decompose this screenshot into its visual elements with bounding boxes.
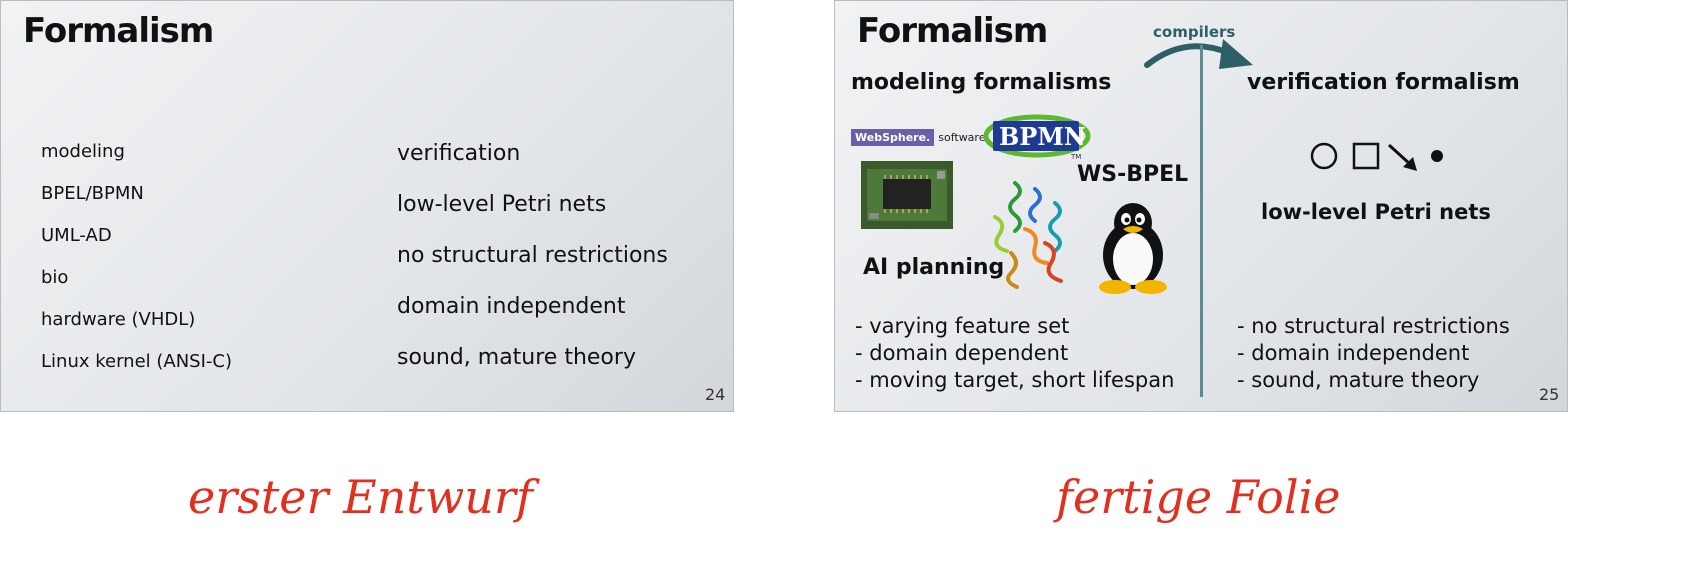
compilers-label: compilers — [1153, 23, 1236, 41]
right-item-no-restrictions: no structural restrictions — [397, 243, 668, 268]
caption-first-draft: erster Entwurf — [188, 470, 533, 524]
place-circle-icon — [1310, 142, 1338, 170]
websphere-brand: WebSphere. — [851, 129, 935, 146]
left-item-hardware: hardware (VHDL) — [41, 309, 196, 330]
right-item-verification: verification — [397, 141, 521, 166]
right-bullet-2: - domain independent — [1237, 341, 1470, 365]
bpmn-tm: TM — [1071, 153, 1082, 161]
right-bullet-1: - no structural restrictions — [1237, 314, 1510, 338]
left-item-uml-ad: UML-AD — [41, 225, 112, 246]
right-item-sound-theory: sound, mature theory — [397, 345, 636, 370]
caption-final-slide: fertige Folie — [1056, 470, 1341, 524]
right-bullet-3: - sound, mature theory — [1237, 368, 1480, 392]
token-dot-icon — [1431, 150, 1443, 162]
petri-net-symbols — [1310, 142, 1443, 171]
left-item-linux-kernel: Linux kernel (ANSI-C) — [41, 351, 232, 372]
ws-bpel-label: WS-BPEL — [1077, 162, 1189, 187]
left-bullet-1: - varying feature set — [855, 314, 1070, 338]
page-number: 25 — [1539, 385, 1560, 404]
petri-nets-label: low-level Petri nets — [1261, 200, 1491, 224]
right-item-petri-nets: low-level Petri nets — [397, 192, 607, 217]
left-item-bio: bio — [41, 267, 69, 288]
ai-planning-label: AI planning — [863, 255, 1005, 280]
page-number: 24 — [705, 385, 726, 404]
slide-25-final: Formalism compilers modeling formalisms … — [834, 0, 1568, 412]
left-bullet-2: - domain dependent — [855, 341, 1069, 365]
transition-square-icon — [1352, 142, 1380, 170]
left-item-modeling: modeling — [41, 141, 125, 162]
arc-arrow-icon — [1387, 143, 1417, 171]
slide-title: Formalism — [23, 11, 214, 51]
websphere-logo: WebSphere. software — [851, 129, 985, 146]
linux-tux-icon — [1099, 203, 1167, 294]
slide-24-first-draft: Formalism modeling BPEL/BPMN UML-AD bio … — [0, 0, 734, 412]
bpmn-logo-text: BPMN — [999, 122, 1086, 151]
left-item-bpel-bpmn: BPEL/BPMN — [41, 183, 144, 204]
left-header: modeling formalisms — [851, 70, 1112, 95]
circuit-board-icon — [861, 161, 953, 229]
bpmn-logo: BPMN TM — [983, 113, 1091, 163]
websphere-software: software — [938, 131, 986, 144]
right-header: verification formalism — [1247, 70, 1520, 95]
left-bullet-3: - moving target, short lifespan — [855, 368, 1175, 392]
slide-title: Formalism — [857, 11, 1048, 51]
column-separator — [1200, 45, 1203, 397]
right-item-domain-independent: domain independent — [397, 294, 626, 319]
